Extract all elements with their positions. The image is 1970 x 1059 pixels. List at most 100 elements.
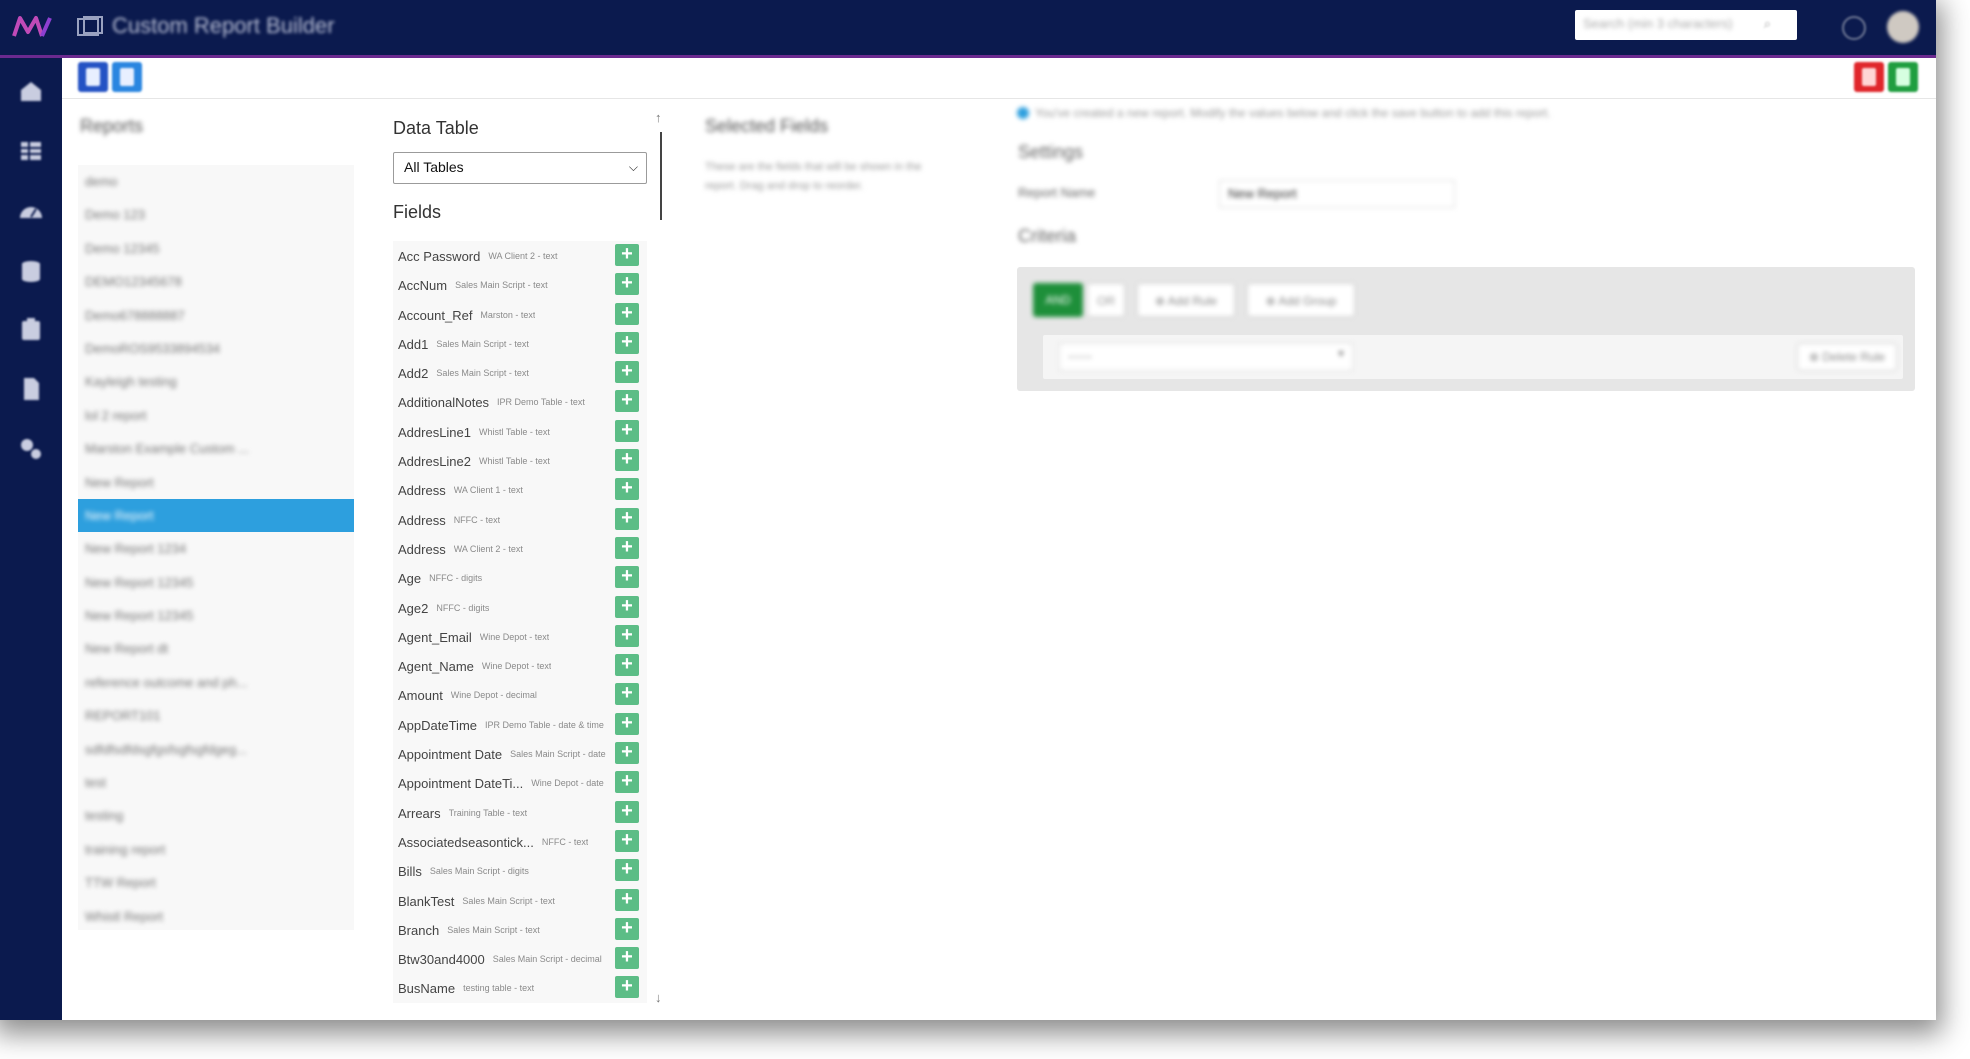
field-row[interactable]: Agent_Email Wine Depot - text + [393, 622, 647, 651]
field-row[interactable]: Bills Sales Main Script - digits + [393, 856, 647, 885]
add-field-button[interactable]: + [615, 361, 639, 384]
report-list-item[interactable]: sdfdfsdfdsgfgsfsgfsgfdgeg... [78, 733, 354, 766]
brand-logo-icon[interactable] [12, 14, 52, 40]
avatar[interactable] [1887, 11, 1919, 43]
report-list-item[interactable]: training report [78, 833, 354, 866]
or-button[interactable]: OR [1087, 283, 1125, 317]
field-row[interactable]: Btw30and4000 Sales Main Script - decimal + [393, 944, 647, 973]
field-row[interactable]: Address NFFC - text + [393, 505, 647, 534]
report-list-item[interactable]: New Report 1234 [78, 532, 354, 565]
nav-clipboard-icon[interactable] [18, 316, 44, 342]
report-list-item[interactable]: lol 2 report [78, 399, 354, 432]
save-button[interactable] [1888, 62, 1918, 92]
report-list-item[interactable]: test [78, 766, 354, 799]
rule-field-select[interactable]: ------ ▼ [1059, 343, 1353, 371]
report-list-item[interactable]: Demo 12345 [78, 232, 354, 265]
report-list-item[interactable]: reference outcome and ph... [78, 666, 354, 699]
scroll-thumb[interactable] [660, 132, 662, 220]
report-list-item[interactable]: DemoROS9533894534 [78, 332, 354, 365]
report-list-item[interactable]: testing [78, 799, 354, 832]
nav-dashboard-icon[interactable] [18, 198, 44, 224]
field-row[interactable]: Age NFFC - digits + [393, 563, 647, 592]
add-field-button[interactable]: + [615, 947, 639, 970]
report-list-item[interactable]: New Report dt [78, 632, 354, 665]
report-list-item[interactable]: Demo678888887 [78, 299, 354, 332]
new-report-button[interactable] [78, 62, 108, 92]
field-row[interactable]: Associatedseasontick... NFFC - text + [393, 827, 647, 856]
add-field-button[interactable]: + [615, 654, 639, 677]
add-field-button[interactable]: + [615, 829, 639, 852]
nav-document-icon[interactable] [18, 376, 44, 402]
add-field-button[interactable]: + [615, 742, 639, 765]
nav-table-icon[interactable] [18, 138, 44, 164]
add-field-button[interactable]: + [615, 419, 639, 442]
field-row[interactable]: Amount Wine Depot - decimal + [393, 680, 647, 709]
field-row[interactable]: Address WA Client 1 - text + [393, 475, 647, 504]
field-row[interactable]: AdditionalNotes IPR Demo Table - text + [393, 387, 647, 416]
report-list-item[interactable]: Demo 123 [78, 198, 354, 231]
report-list-item[interactable]: New Report 12345 [78, 599, 354, 632]
search-icon[interactable]: ⌕ [1764, 16, 1771, 32]
add-field-button[interactable]: + [615, 273, 639, 296]
search-input[interactable]: Search (min 3 characters) ⌕ [1575, 10, 1797, 40]
field-row[interactable]: Add2 Sales Main Script - text + [393, 358, 647, 387]
add-group-button[interactable]: ⊕ Add Group [1247, 283, 1355, 317]
add-field-button[interactable]: + [615, 800, 639, 823]
report-list-item[interactable]: New Report [78, 498, 354, 533]
add-field-button[interactable]: + [615, 771, 639, 794]
add-field-button[interactable]: + [615, 331, 639, 354]
field-row[interactable]: Appointment DateTi... Wine Depot - date + [393, 768, 647, 797]
report-list-item[interactable]: demo [78, 165, 354, 198]
field-row[interactable]: Acc Password WA Client 2 - text + [393, 241, 647, 270]
report-list-item[interactable]: DEMO12345678 [78, 265, 354, 298]
field-row[interactable]: Age2 NFFC - digits + [393, 593, 647, 622]
report-list-item[interactable]: Whistl Report [78, 900, 354, 933]
add-field-button[interactable]: + [615, 712, 639, 735]
report-list-item[interactable]: New Report 12345 [78, 566, 354, 599]
field-row[interactable]: Account_Ref Marston - text + [393, 300, 647, 329]
add-field-button[interactable]: + [615, 478, 639, 501]
field-row[interactable]: AddresLine1 Whistl Table - text + [393, 417, 647, 446]
add-field-button[interactable]: + [615, 244, 639, 266]
add-field-button[interactable]: + [615, 595, 639, 618]
add-field-button[interactable]: + [615, 917, 639, 940]
add-field-button[interactable]: + [615, 683, 639, 706]
field-row[interactable]: BusName testing table - text + [393, 973, 647, 1002]
add-field-button[interactable]: + [615, 390, 639, 413]
nav-settings-icon[interactable] [18, 436, 44, 462]
field-row[interactable]: BlankTest Sales Main Script - text + [393, 886, 647, 915]
add-field-button[interactable]: + [615, 859, 639, 882]
field-row[interactable]: Agent_Name Wine Depot - text + [393, 651, 647, 680]
add-field-button[interactable]: + [615, 536, 639, 559]
field-row[interactable]: AddresLine2 Whistl Table - text + [393, 446, 647, 475]
report-list-item[interactable]: Kayleigh testing [78, 365, 354, 398]
scroll-down-icon[interactable]: ↓ [655, 990, 662, 1005]
add-rule-button[interactable]: ⊕ Add Rule [1137, 283, 1235, 317]
add-field-button[interactable]: + [615, 507, 639, 530]
copy-report-button[interactable] [112, 62, 142, 92]
field-row[interactable]: Appointment Date Sales Main Script - date… [393, 739, 647, 768]
field-row[interactable]: AppDateTime IPR Demo Table - date & time + [393, 710, 647, 739]
help-icon[interactable] [1842, 16, 1866, 40]
report-list-item[interactable]: REPORT101 [78, 699, 354, 732]
nav-database-icon[interactable] [18, 258, 44, 284]
field-row[interactable]: Arrears Training Table - text + [393, 798, 647, 827]
add-field-button[interactable]: + [615, 976, 639, 999]
data-table-select[interactable]: All Tables ⌵ [393, 152, 647, 184]
add-field-button[interactable]: + [615, 624, 639, 647]
report-list-item[interactable]: Marston Example Custom ... [78, 432, 354, 465]
and-button[interactable]: AND [1033, 283, 1083, 317]
nav-home-icon[interactable] [18, 78, 44, 104]
delete-rule-button[interactable]: ⊗ Delete Rule [1797, 343, 1897, 371]
add-field-button[interactable]: + [615, 888, 639, 911]
report-list-item[interactable]: New Report [78, 466, 354, 499]
scroll-up-icon[interactable]: ↑ [655, 110, 662, 125]
fields-scrollbar[interactable]: ↑ ↓ [655, 110, 667, 1010]
add-field-button[interactable]: + [615, 449, 639, 472]
close-button[interactable] [1854, 62, 1884, 92]
add-field-button[interactable]: + [615, 302, 639, 325]
add-field-button[interactable]: + [615, 566, 639, 589]
report-list-item[interactable]: TTW Report [78, 866, 354, 899]
field-row[interactable]: AccNum Sales Main Script - text + [393, 270, 647, 299]
field-row[interactable]: Address WA Client 2 - text + [393, 534, 647, 563]
